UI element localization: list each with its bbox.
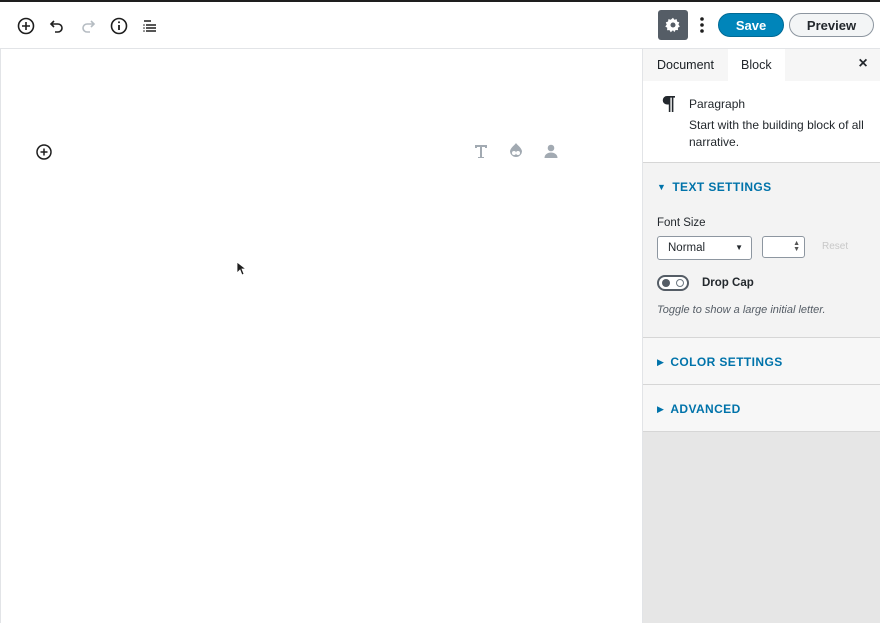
- text-settings-panel: ▼ TEXT SETTINGS Font Size Normal ▼ ▲ ▼ Rese…: [643, 163, 880, 338]
- close-sidebar-icon[interactable]: ×: [856, 56, 870, 72]
- top-toolbar: Save Preview: [0, 0, 880, 49]
- color-settings-toggle[interactable]: ▶ COLOR SETTINGS: [657, 355, 783, 369]
- triangle-down-icon: ▼: [657, 182, 667, 192]
- undo-button[interactable]: [41, 12, 72, 40]
- caret-down-icon: ▼: [735, 243, 743, 252]
- redo-button[interactable]: [72, 12, 103, 40]
- triangle-right-icon: ▶: [657, 357, 665, 367]
- user-icon[interactable]: [542, 142, 560, 160]
- triangle-right-icon: ▶: [657, 404, 665, 414]
- paragraph-icon: [662, 96, 675, 112]
- settings-sidebar: Document Block × Paragraph Start with th…: [642, 49, 880, 623]
- font-size-select[interactable]: Normal ▼: [657, 236, 752, 260]
- undo-icon: [49, 20, 63, 33]
- preview-button[interactable]: Preview: [789, 13, 874, 37]
- advanced-panel[interactable]: ▶ ADVANCED: [643, 385, 880, 432]
- block-card: Paragraph Start with the building block …: [643, 81, 880, 163]
- tab-block[interactable]: Block: [728, 49, 785, 81]
- quick-block-icons: [472, 142, 560, 160]
- add-block-button[interactable]: [10, 12, 41, 40]
- reset-button[interactable]: Reset: [822, 241, 848, 252]
- settings-button[interactable]: [658, 10, 688, 40]
- drop-cap-label: Drop Cap: [702, 277, 754, 289]
- drupal-icon[interactable]: [507, 142, 525, 160]
- spinner-icon: ▲ ▼: [793, 240, 800, 253]
- add-block-icon: [17, 17, 34, 35]
- block-inserter-icon[interactable]: [35, 143, 53, 161]
- toolbar-left: [10, 12, 165, 40]
- drop-cap-help: Toggle to show a large initial letter.: [657, 304, 826, 316]
- more-options-button[interactable]: [694, 10, 710, 40]
- toolbar-right: Save Preview: [658, 10, 874, 40]
- outline-button[interactable]: [134, 12, 165, 40]
- text-settings-toggle[interactable]: ▼ TEXT SETTINGS: [657, 180, 772, 194]
- more-vertical-icon: [700, 17, 704, 33]
- heading-icon[interactable]: [472, 142, 490, 160]
- custom-font-size-input[interactable]: ▲ ▼: [762, 236, 805, 258]
- advanced-toggle[interactable]: ▶ ADVANCED: [657, 402, 741, 416]
- tab-document[interactable]: Document: [657, 49, 714, 81]
- info-icon: [110, 17, 127, 35]
- outline-icon: [142, 20, 156, 32]
- info-button[interactable]: [103, 12, 134, 40]
- redo-icon: [81, 20, 95, 33]
- block-description: Start with the building block of all nar…: [689, 118, 864, 149]
- sidebar-tabs: Document Block ×: [643, 49, 880, 81]
- color-settings-panel[interactable]: ▶ COLOR SETTINGS: [643, 338, 880, 385]
- editor-canvas[interactable]: [0, 49, 642, 623]
- save-button[interactable]: Save: [718, 13, 784, 37]
- mouse-cursor-icon: [236, 261, 248, 276]
- font-size-label: Font Size: [657, 217, 706, 229]
- drop-cap-toggle[interactable]: [657, 275, 689, 291]
- block-title: Paragraph: [689, 97, 746, 111]
- gear-icon: [665, 17, 680, 33]
